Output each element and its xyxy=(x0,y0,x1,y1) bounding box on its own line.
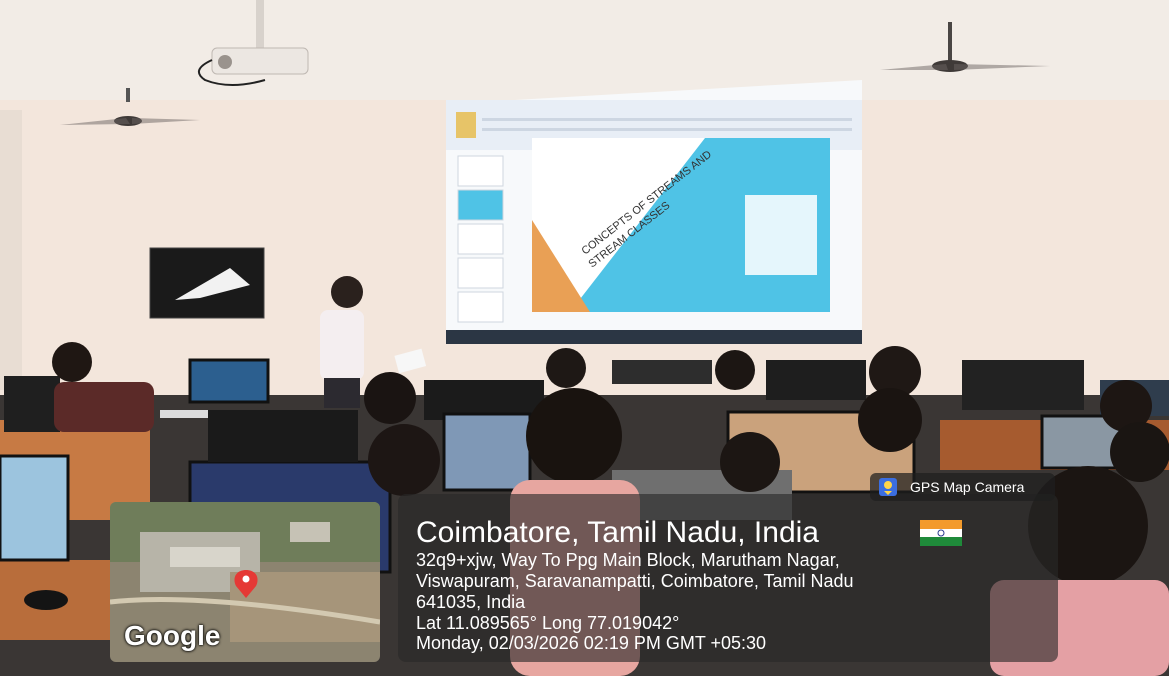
address-line-1: 32q9+xjw, Way To Ppg Main Block, Marutha… xyxy=(416,550,840,570)
google-logo: Google xyxy=(124,620,221,651)
map-pin-icon xyxy=(879,478,897,496)
india-flag-icon xyxy=(920,520,962,546)
address-line-2: Viswapuram, Saravanampatti, Coimbatore, … xyxy=(416,571,854,591)
datetime: Monday, 02/03/2026 02:19 PM GMT +05:30 xyxy=(416,633,767,653)
classroom-photo: CONCEPTS OF STREAMS AND STREAM CLASSES G… xyxy=(0,0,1169,676)
wall-picture xyxy=(149,247,265,319)
location-title: Coimbatore, Tamil Nadu, India xyxy=(416,516,819,549)
address-line-3: 641035, India xyxy=(416,592,526,612)
coordinates: Lat 11.089565° Long 77.019042° xyxy=(416,613,680,633)
gps-map-camera-label: GPS Map Camera xyxy=(910,479,1025,495)
